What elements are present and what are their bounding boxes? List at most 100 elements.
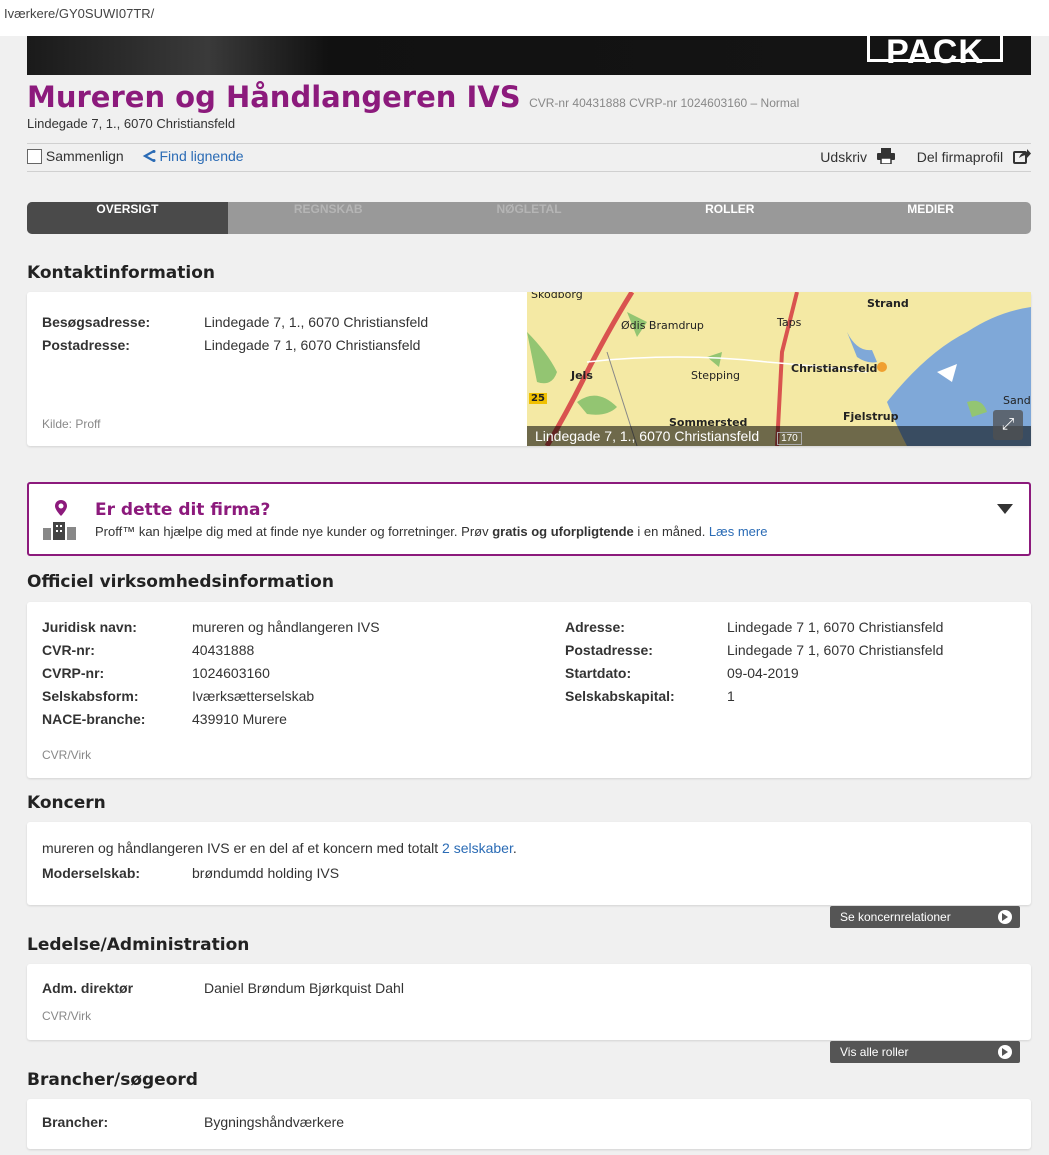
post-address-label: Postadresse: bbox=[42, 337, 130, 353]
expand-arrows-icon[interactable]: ⤢ bbox=[993, 410, 1023, 440]
industries-card: Brancher: Bygningshåndværkere bbox=[27, 1099, 1031, 1149]
map-road-number: 170 bbox=[777, 432, 802, 445]
location-map[interactable]: Skodborg Ødis Bramdrup Taps Strand Jels … bbox=[527, 292, 1031, 446]
printer-icon bbox=[876, 148, 895, 164]
map-place: Fjelstrup bbox=[843, 410, 899, 423]
start-date-label: Startdato: bbox=[565, 665, 632, 681]
koncern-text-end: . bbox=[512, 840, 517, 856]
map-road-number: 25 bbox=[529, 393, 547, 404]
claim-text-bold: gratis og uforpligtende bbox=[492, 524, 634, 539]
map-place: Ødis Bramdrup bbox=[621, 319, 704, 332]
parent-company-link[interactable]: brøndumdd holding IVS bbox=[192, 865, 339, 881]
parent-company-label: Moderselskab: bbox=[42, 865, 141, 881]
claim-text-part: Proff™ kan hjælpe dig med at finde nye k… bbox=[95, 524, 493, 539]
url-text: Iværkere/GY0SUWI07TR/ bbox=[4, 6, 155, 21]
management-card: Adm. direktør Daniel Brøndum Bjørkquist … bbox=[27, 964, 1031, 1040]
tab-medier[interactable]: Medier bbox=[830, 202, 1031, 234]
visit-address-link[interactable]: Lindegade 7, 1., 6070 Christiansfeld bbox=[204, 314, 428, 330]
koncern-companies-link[interactable]: 2 selskaber bbox=[442, 840, 513, 856]
tab-oversigt[interactable]: Oversigt bbox=[27, 202, 228, 234]
share-capital-value: 1 bbox=[727, 688, 735, 704]
arrow-right-circle-icon bbox=[998, 910, 1012, 924]
map-caption: Lindegade 7, 1., 6070 Christiansfeld 170 bbox=[527, 426, 1031, 446]
compare-checkbox[interactable] bbox=[27, 149, 42, 164]
industries-link[interactable]: Bygningshåndværkere bbox=[204, 1114, 344, 1130]
company-address: Lindegade 7, 1., 6070 Christiansfeld bbox=[27, 116, 236, 131]
share-arrows-icon bbox=[142, 150, 156, 162]
find-similar-label: Find lignende bbox=[159, 148, 244, 164]
share-capital-label: Selskabskapital: bbox=[565, 688, 675, 704]
contact-card: Besøgsadresse: Lindegade 7, 1., 6070 Chr… bbox=[27, 292, 1031, 446]
print-label: Udskriv bbox=[820, 149, 867, 165]
buildings-icon bbox=[43, 522, 76, 540]
post-address-value: Lindegade 7 1, 6070 Christiansfeld bbox=[204, 337, 421, 353]
koncern-section-title: Koncern bbox=[27, 793, 106, 813]
contact-source: Kilde: Proff bbox=[42, 417, 101, 431]
group-relations-label: Se koncernrelationer bbox=[840, 910, 951, 924]
all-roles-label: Vis alle roller bbox=[840, 1045, 909, 1059]
legal-name-value: mureren og håndlangeren IVS bbox=[192, 619, 380, 635]
location-pin-icon bbox=[55, 500, 67, 516]
cvrp-label: CVRP-nr: bbox=[42, 665, 105, 681]
map-caption-text: Lindegade 7, 1., 6070 Christiansfeld bbox=[535, 428, 760, 444]
ceo-link[interactable]: Daniel Brøndum Bjørkquist Dahl bbox=[204, 980, 404, 996]
company-meta: CVR-nr 40431888 CVRP-nr 1024603160 – Nor… bbox=[529, 96, 800, 110]
legal-name-label: Juridisk navn: bbox=[42, 619, 137, 635]
post-address-label: Postadresse: bbox=[565, 642, 653, 658]
map-place: Stepping bbox=[691, 369, 741, 382]
map-place: Skodborg bbox=[531, 292, 583, 301]
map-place: Jels bbox=[571, 369, 593, 382]
hero-banner: PACK bbox=[27, 36, 1031, 75]
koncern-text: mureren og håndlangeren IVS er en del af… bbox=[42, 840, 443, 856]
share-export-icon bbox=[1013, 149, 1031, 164]
caret-down-icon[interactable] bbox=[997, 504, 1013, 514]
post-address-value: Lindegade 7 1, 6070 Christiansfeld bbox=[727, 642, 944, 658]
group-relations-button[interactable]: Se koncernrelationer bbox=[830, 906, 1020, 928]
nace-value: 439910 Murere bbox=[192, 711, 287, 727]
management-source: CVR/Virk bbox=[42, 1009, 92, 1023]
industries-label: Brancher: bbox=[42, 1114, 109, 1130]
company-name: Mureren og Håndlangeren IVS bbox=[27, 80, 521, 114]
visit-address-label: Besøgsadresse: bbox=[42, 314, 151, 330]
company-header: Mureren og Håndlangeren IVS CVR-nr 40431… bbox=[27, 80, 1031, 131]
ceo-label: Adm. direktør bbox=[42, 980, 134, 996]
cvr-value: 40431888 bbox=[192, 642, 255, 658]
cvr-label: CVR-nr: bbox=[42, 642, 95, 658]
share-profile-button[interactable]: Del firmaprofil bbox=[917, 149, 1031, 165]
divider bbox=[27, 171, 1031, 172]
address-bar[interactable]: Iværkere/GY0SUWI07TR/ bbox=[0, 0, 1049, 36]
toolbar: Sammenlign Find lignende Udskriv Del fir… bbox=[27, 148, 1031, 170]
claim-title: Er dette dit firma? bbox=[95, 500, 271, 520]
compare-toggle[interactable]: Sammenlign bbox=[27, 148, 128, 164]
contact-section-title: Kontaktinformation bbox=[27, 263, 215, 283]
official-section-title: Officiel virksomhedsinformation bbox=[27, 572, 334, 592]
official-info-card: Juridisk navn: mureren og håndlangeren I… bbox=[27, 602, 1031, 778]
tab-noegletal: Nøgletal bbox=[496, 202, 562, 216]
start-date-value: 09-04-2019 bbox=[727, 665, 799, 681]
nace-label: NACE-branche: bbox=[42, 711, 146, 727]
share-label: Del firmaprofil bbox=[916, 149, 1004, 165]
all-roles-button[interactable]: Vis alle roller bbox=[830, 1041, 1020, 1063]
read-more-link[interactable]: Læs mere bbox=[709, 524, 768, 539]
claim-text-part: i en måned. bbox=[633, 524, 709, 539]
divider bbox=[27, 143, 1031, 144]
management-section-title: Ledelse/Administration bbox=[27, 935, 250, 955]
print-button[interactable]: Udskriv bbox=[820, 148, 898, 165]
claim-company-banner[interactable]: Er dette dit firma? Proff™ kan hjælpe di… bbox=[27, 482, 1031, 556]
map-place: Taps bbox=[777, 316, 802, 329]
industries-section-title: Brancher/søgeord bbox=[27, 1070, 198, 1090]
address-value: Lindegade 7 1, 6070 Christiansfeld bbox=[727, 619, 944, 635]
find-similar-link[interactable]: Find lignende bbox=[142, 148, 244, 164]
address-label: Adresse: bbox=[565, 619, 625, 635]
cvrp-value: 1024603160 bbox=[192, 665, 270, 681]
company-form-label: Selskabsform: bbox=[42, 688, 139, 704]
map-place: Strand bbox=[867, 297, 909, 310]
map-place: Christiansfeld bbox=[791, 362, 878, 375]
official-source: CVR/Virk bbox=[42, 748, 92, 762]
tab-roller[interactable]: Roller bbox=[629, 202, 830, 234]
arrow-right-circle-icon bbox=[998, 1045, 1012, 1059]
compare-label: Sammenlign bbox=[45, 148, 124, 164]
claim-text: Proff™ kan hjælpe dig med at finde nye k… bbox=[95, 524, 767, 539]
koncern-card: mureren og håndlangeren IVS er en del af… bbox=[27, 822, 1031, 905]
tab-bar: Oversigt Regnskab Nøgletal Roller Medier bbox=[27, 202, 1031, 234]
